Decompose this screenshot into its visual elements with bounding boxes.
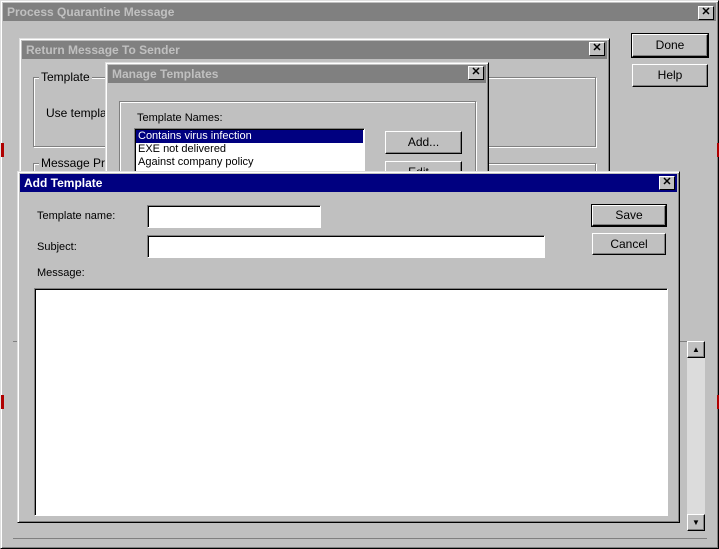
close-icon[interactable]: ✕ [659,176,675,190]
scroll-down-arrow-icon[interactable]: ▼ [687,514,705,531]
process-quarantine-title-bar[interactable]: Process Quarantine Message [3,3,716,21]
message-body-scrollbar[interactable]: ▲ ▼ [687,341,705,531]
template-group-label: Template [39,70,92,84]
template-names-label: Template Names: [137,112,223,124]
close-icon[interactable]: ✕ [698,6,714,20]
add-template-button-label: Add... [407,135,440,149]
message-label: Message: [37,267,85,279]
save-button[interactable]: Save [591,204,667,227]
template-list-item[interactable]: EXE not delivered [136,143,363,156]
template-name-input[interactable] [147,205,321,228]
cancel-button-label: Cancel [610,237,648,251]
manage-templates-title-bar[interactable]: Manage Templates [108,65,486,83]
template-list-item[interactable]: Contains virus infection [136,130,363,143]
help-button[interactable]: Help [632,64,708,87]
manage-templates-dialog: Manage Templates ✕ Template Names: Conta… [105,62,489,184]
template-name-label: Template name: [37,210,116,222]
template-list-item[interactable]: Against company policy [136,156,363,169]
subject-input[interactable] [147,235,545,258]
add-template-title: Add Template [24,176,103,190]
add-template-dialog: Add Template ✕ Template name: Subject: M… [17,171,680,523]
return-message-title: Return Message To Sender [26,43,180,57]
cancel-button[interactable]: Cancel [592,233,666,255]
add-template-button[interactable]: Add... [385,131,462,154]
process-quarantine-title: Process Quarantine Message [7,5,175,19]
done-button-label: Done [655,38,685,52]
side-marker [1,395,4,409]
help-button-label: Help [657,68,683,82]
message-properties-group-label: Message Pro [39,156,114,170]
subject-label: Subject: [37,241,77,253]
return-message-title-bar[interactable]: Return Message To Sender [22,41,607,59]
done-button[interactable]: Done [631,33,709,58]
manage-templates-title: Manage Templates [112,67,219,81]
message-textarea[interactable] [34,288,668,516]
close-icon[interactable]: ✕ [468,66,484,80]
scroll-up-arrow-icon[interactable]: ▲ [687,341,705,358]
close-icon[interactable]: ✕ [589,42,605,56]
side-marker [1,143,4,157]
save-button-label: Save [615,208,643,222]
add-template-title-bar[interactable]: Add Template [20,174,677,192]
message-body-frame-bottom [13,538,707,539]
